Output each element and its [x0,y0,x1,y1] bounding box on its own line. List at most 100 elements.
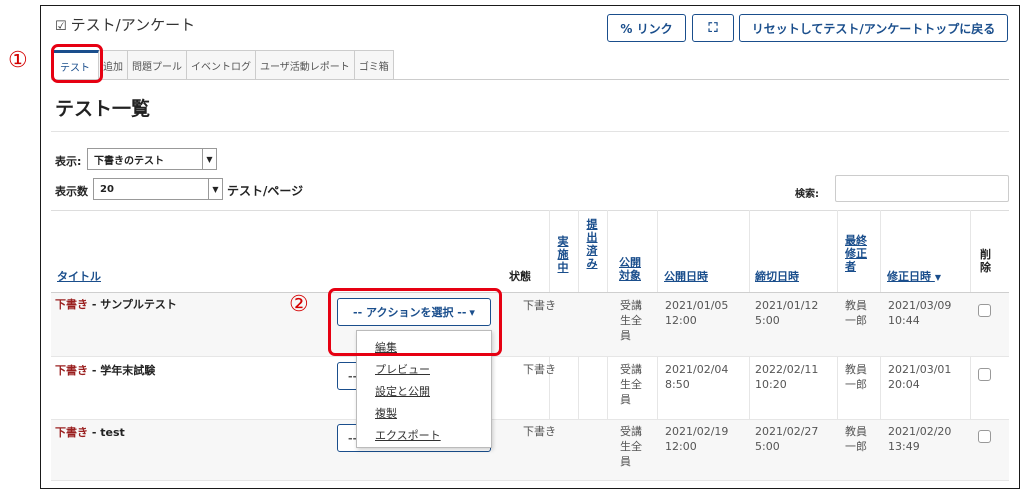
column-header-delete: 削除 [980,248,991,274]
count-select-value: 20 [100,183,114,195]
test-title-link[interactable]: 下書き - test [55,424,125,440]
draft-label: 下書き [55,364,88,377]
test-name: 学年末試験 [100,364,156,377]
open-date-cell: 2021/01/05 12:00 [665,298,728,328]
annotation-marker-2: ② [289,292,309,317]
column-header-modified-date[interactable]: 修正日時 ▼ [887,270,941,284]
due-date: 2021/02/27 [755,425,819,438]
due-date-cell: 2021/01/12 5:00 [755,298,818,328]
mod-time: 20:04 [888,378,920,391]
sort-desc-icon: ▼ [934,273,941,282]
open-date-cell: 2021/02/04 8:50 [665,362,728,392]
open-date: 2021/01/05 [665,299,729,312]
modifier-cell: 教員一郎 [845,299,867,327]
modifier-cell: 教員一郎 [845,363,867,391]
audience-cell: 受講生全員 [620,425,642,468]
due-date-cell: 2021/02/27 5:00 [755,424,818,454]
status-cell: 下書き [523,299,556,312]
row-divider [51,356,1009,357]
tool-title: ☑ テスト/アンケート [55,14,195,35]
title-separator: - [88,298,101,311]
due-time: 10:20 [755,378,787,391]
chevron-down-icon: ▼ [208,179,222,199]
test-name: test [100,426,125,439]
chevron-down-icon: ▾ [469,305,475,319]
menu-item-duplicate[interactable]: 複製 [375,405,397,421]
open-date: 2021/02/04 [665,363,729,376]
status-cell: 下書き [523,425,556,438]
tab-event-log[interactable]: イベントログ [187,50,256,80]
view-label: 表示: [55,155,82,168]
menu-item-preview[interactable]: プレビュー [375,361,430,377]
tab-divider [51,79,1009,80]
count-label: 表示数 [55,185,88,198]
menu-item-export[interactable]: エクスポート [375,427,441,443]
draft-label: 下書き [55,298,88,311]
samigo-tool-frame: ☑ テスト/アンケート % リンク ⛶ リセットしてテスト/アンケートトップに戻る… [40,5,1020,489]
open-date-cell: 2021/02/19 12:00 [665,424,728,454]
column-header-title[interactable]: タイトル [57,270,101,283]
due-date: 2021/01/12 [755,299,819,312]
modified-date-label: 修正日時 [887,270,931,283]
test-title-link[interactable]: 下書き - 学年末試験 [55,362,155,378]
tab-trash[interactable]: ゴミ箱 [354,50,394,80]
reset-button[interactable]: リセットしてテスト/アンケートトップに戻る [739,14,1008,42]
test-title-link[interactable]: 下書き - サンプルテスト [55,296,177,312]
due-date: 2022/02/11 [755,363,819,376]
open-date: 2021/02/19 [665,425,729,438]
audience-cell: 受講生全員 [620,363,642,406]
due-date-cell: 2022/02/11 10:20 [755,362,818,392]
delete-checkbox[interactable] [978,304,991,317]
tab-question-pool[interactable]: 問題プール [128,50,187,80]
action-select-label: -- アクションを選択 -- [353,306,467,319]
action-menu: 編集 プレビュー 設定と公開 複製 エクスポート [356,330,492,448]
count-select[interactable]: 20 ▼ [93,178,223,200]
tab-add[interactable]: 追加 [99,50,128,80]
mod-time: 10:44 [888,314,920,327]
open-time: 8:50 [665,378,690,391]
delete-checkbox[interactable] [978,368,991,381]
tab-tests[interactable]: テスト [51,50,99,80]
column-header-last-modifier[interactable]: 最終修正者 [845,234,873,273]
mod-date: 2021/02/20 [888,425,952,438]
row-divider [51,480,1009,481]
page-title: テスト一覧 [55,98,151,120]
view-select-value: 下書きのテスト [94,155,164,167]
view-select[interactable]: 下書きのテスト ▼ [87,148,217,170]
per-page-label: テスト/ページ [227,184,304,198]
mod-date: 2021/03/01 [888,363,952,376]
menu-item-settings-publish[interactable]: 設定と公開 [375,383,430,399]
search-input[interactable] [835,175,1009,202]
column-header-audience[interactable]: 公開対象 [619,256,647,282]
column-header-due-date[interactable]: 締切日時 [755,270,799,283]
draft-label: 下書き [55,426,88,439]
annotation-marker-1: ① [8,48,28,73]
column-header-submitted[interactable]: 提出済み [585,218,599,270]
column-header-in-progress[interactable]: 実施中 [556,235,570,274]
test-name: サンプルテスト [100,298,177,311]
due-time: 5:00 [755,314,780,327]
title-separator: - [88,364,101,377]
expand-icon[interactable]: ⛶ [692,14,734,42]
modifier-cell: 教員一郎 [845,425,867,453]
mod-date: 2021/03/09 [888,299,952,312]
tab-user-activity[interactable]: ユーザ活動レポート [256,50,355,80]
heading-divider [51,131,1009,132]
open-time: 12:00 [665,440,697,453]
delete-checkbox[interactable] [978,430,991,443]
menu-item-edit[interactable]: 編集 [375,339,397,355]
tool-title-text: テスト/アンケート [70,16,196,34]
modified-date-cell: 2021/03/01 20:04 [888,362,951,392]
search-label: 検索: [795,189,819,200]
column-header-status: 状態 [509,270,531,283]
column-header-open-date[interactable]: 公開日時 [664,270,708,283]
status-cell: 下書き [523,363,556,376]
due-time: 5:00 [755,440,780,453]
link-button[interactable]: % リンク [607,14,686,42]
checkbox-icon: ☑ [55,19,67,34]
title-separator: - [88,426,101,439]
audience-cell: 受講生全員 [620,299,642,342]
action-select[interactable]: -- アクションを選択 -- ▾ [337,298,491,326]
chevron-down-icon: ▼ [202,149,216,169]
modified-date-cell: 2021/02/20 13:49 [888,424,951,454]
